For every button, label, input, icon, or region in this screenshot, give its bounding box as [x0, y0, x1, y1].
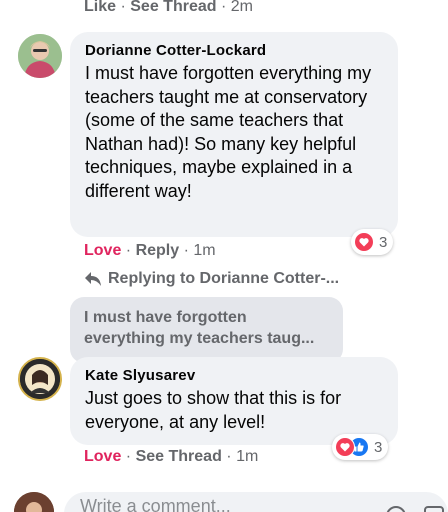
- replying-to-text: Replying to Dorianne Cotter-...: [108, 270, 340, 287]
- comment-author[interactable]: Dorianne Cotter-Lockard: [85, 42, 384, 59]
- separator: ·: [220, 0, 231, 15]
- reaction-count: 3: [379, 233, 388, 251]
- previous-comment-actions: Like · See Thread · 2m: [84, 0, 253, 16]
- replying-to-indicator[interactable]: Replying to Dorianne Cotter-...: [84, 270, 339, 288]
- quoted-comment[interactable]: I must have forgotten everything my teac…: [70, 297, 343, 363]
- timestamp[interactable]: 2m: [231, 0, 253, 15]
- quoted-text: I must have forgotten everything my teac…: [84, 309, 315, 347]
- separator: ·: [125, 448, 136, 465]
- comment-bubble[interactable]: Dorianne Cotter-Lockard I must have forg…: [70, 32, 398, 237]
- like-link[interactable]: Like: [84, 0, 116, 15]
- reply-bubble[interactable]: Kate Slyusarev Just goes to show that th…: [70, 357, 398, 445]
- comment-actions: Love · Reply · 1m: [84, 242, 216, 260]
- camera-icon[interactable]: [424, 506, 444, 512]
- see-thread-link[interactable]: See Thread: [130, 0, 216, 15]
- comment-input[interactable]: Write a comment...: [64, 492, 448, 512]
- comment-text: I must have forgotten everything my teac…: [85, 63, 372, 201]
- reaction-summary[interactable]: 3: [351, 229, 394, 255]
- avatar[interactable]: [18, 34, 62, 78]
- separator: ·: [183, 242, 194, 259]
- comment-thread: Like · See Thread · 2m Dorianne Cotter-L…: [0, 0, 448, 512]
- separator: ·: [226, 448, 237, 465]
- reply-actions: Love · See Thread · 1m: [84, 448, 258, 466]
- timestamp[interactable]: 1m: [193, 242, 215, 259]
- separator: ·: [125, 242, 136, 259]
- heart-reaction-icon: [335, 437, 355, 457]
- reaction-summary[interactable]: 3: [332, 434, 389, 460]
- reaction-count: 3: [374, 438, 383, 456]
- timestamp[interactable]: 1m: [236, 448, 258, 465]
- see-thread-link[interactable]: See Thread: [136, 448, 222, 465]
- reply-text: Just goes to show that this is for every…: [85, 388, 342, 432]
- reply-author[interactable]: Kate Slyusarev: [85, 367, 384, 384]
- emoji-icon[interactable]: [386, 506, 406, 512]
- user-avatar[interactable]: [14, 492, 54, 512]
- separator: ·: [120, 0, 131, 15]
- comment-placeholder: Write a comment...: [80, 495, 231, 512]
- reply-arrow-icon: [84, 271, 102, 287]
- love-link[interactable]: Love: [84, 448, 121, 465]
- reply-link[interactable]: Reply: [136, 242, 180, 259]
- love-link[interactable]: Love: [84, 242, 121, 259]
- avatar[interactable]: [18, 357, 62, 401]
- heart-reaction-icon: [354, 232, 374, 252]
